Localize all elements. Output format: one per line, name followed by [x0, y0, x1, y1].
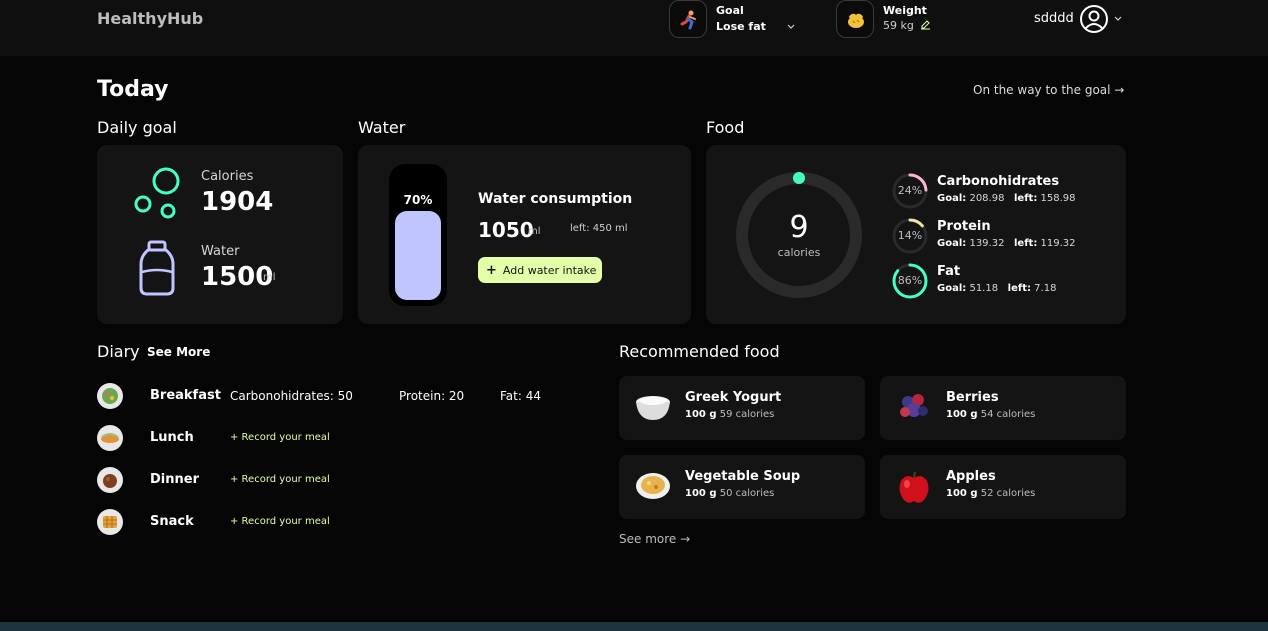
goal-tile[interactable]	[669, 0, 707, 38]
daily-goal-card: Calories 1904 Water 1500 ml	[97, 145, 343, 324]
snack-icon	[97, 509, 123, 535]
weight-label: Weight	[883, 4, 927, 17]
food-title: Food	[706, 118, 745, 137]
recommended-item[interactable]: Apples 100 g 52 calories	[880, 455, 1126, 519]
plus-icon: +	[486, 262, 497, 278]
water-amount: 1050	[478, 218, 534, 242]
macro-goal-line: Goal: 51.18 left: 7.18	[937, 283, 1057, 294]
user-name[interactable]: sdddd	[1034, 11, 1074, 26]
recommended-name: Berries	[946, 390, 999, 405]
water-consumption-title: Water consumption	[478, 191, 633, 207]
add-water-label: Add water intake	[502, 263, 597, 277]
chevron-down-icon[interactable]	[1114, 16, 1122, 22]
dinner-icon	[97, 467, 123, 493]
breakfast-protein: Protein: 20	[399, 389, 465, 403]
edit-pencil-icon[interactable]	[920, 19, 931, 30]
breakfast-fat: Fat: 44	[500, 389, 541, 403]
dinner-record-link[interactable]: + Record your meal	[230, 474, 330, 485]
macro-percent: 14%	[897, 229, 923, 242]
page-title: Today	[97, 77, 169, 102]
recommended-item[interactable]: Greek Yogurt 100 g 59 calories	[619, 376, 865, 440]
water-level-bottle: 70%	[389, 164, 447, 306]
add-water-button[interactable]: + Add water intake	[478, 257, 602, 283]
runner-icon	[680, 10, 696, 30]
apple-icon	[899, 471, 929, 503]
macro-percent: 24%	[897, 184, 923, 197]
recommended-name: Vegetable Soup	[685, 469, 801, 484]
lunch-record-link[interactable]: + Record your meal	[230, 432, 330, 443]
macro-percent: 86%	[897, 274, 923, 287]
recommended-info: 100 g 52 calories	[946, 488, 1036, 499]
daily-goal-title: Daily goal	[97, 118, 177, 137]
food-calories-value: 9	[789, 210, 809, 245]
water-title: Water	[358, 118, 406, 137]
meal-dinner-name: Dinner	[150, 472, 199, 487]
calories-label: Calories	[201, 169, 254, 184]
recommended-info: 100 g 59 calories	[685, 409, 775, 420]
snack-record-link[interactable]: + Record your meal	[230, 516, 330, 527]
water-bottle-icon	[139, 240, 175, 296]
macro-name: Protein	[937, 219, 991, 234]
calories-value: 1904	[201, 187, 274, 217]
os-taskbar	[0, 622, 1268, 631]
water-left: left: 450 ml	[570, 223, 628, 234]
macro-goal-line: Goal: 208.98 left: 158.98	[937, 193, 1076, 204]
yogurt-icon	[636, 396, 670, 420]
weight-value: 59 kg	[883, 19, 914, 32]
breakfast-icon	[97, 383, 123, 409]
recommended-name: Apples	[946, 469, 996, 484]
top-header: HealthyHub Goal Lose fat Weight 59 kg sd…	[0, 0, 1268, 56]
diary-see-more-link[interactable]: See More	[147, 345, 210, 359]
app-logo[interactable]: HealthyHub	[97, 9, 203, 28]
user-avatar-icon[interactable]	[1079, 4, 1109, 34]
recommended-title: Recommended food	[619, 342, 780, 361]
macro-goal-line: Goal: 139.32 left: 119.32	[937, 238, 1076, 249]
food-calories-caption: calories	[777, 246, 821, 259]
recommended-info: 100 g 50 calories	[685, 488, 775, 499]
water-label: Water	[201, 244, 240, 259]
weight-icon	[848, 13, 864, 28]
macro-name: Fat	[937, 264, 961, 279]
water-amount-unit: ml	[528, 226, 541, 237]
meal-snack-name: Snack	[150, 514, 194, 529]
berries-icon	[900, 394, 928, 417]
breakfast-carbs: Carbonohidrates: 50	[230, 389, 353, 403]
water-goal-unit: ml	[263, 272, 276, 283]
goal-link[interactable]: On the way to the goal →	[973, 83, 1124, 97]
recommended-item[interactable]: Berries 100 g 54 calories	[880, 376, 1126, 440]
water-percent: 70%	[403, 193, 433, 207]
recommended-name: Greek Yogurt	[685, 390, 782, 405]
recommended-info: 100 g 54 calories	[946, 409, 1036, 420]
macro-name: Carbonohidrates	[937, 174, 1060, 189]
diary-title: Diary	[97, 342, 140, 361]
recommended-item[interactable]: Vegetable Soup 100 g 50 calories	[619, 455, 865, 519]
goal-value[interactable]: Lose fat	[716, 20, 766, 33]
meal-breakfast-name: Breakfast	[150, 388, 221, 403]
recommended-see-more-link[interactable]: See more →	[619, 532, 690, 546]
weight-tile[interactable]	[836, 0, 874, 38]
soup-icon	[636, 473, 670, 499]
lunch-icon	[97, 425, 123, 451]
goal-label: Goal	[716, 4, 744, 17]
chevron-down-icon[interactable]	[787, 24, 795, 30]
water-level-fill	[395, 211, 441, 300]
meal-lunch-name: Lunch	[150, 430, 194, 445]
calories-bubbles-icon	[134, 167, 180, 219]
